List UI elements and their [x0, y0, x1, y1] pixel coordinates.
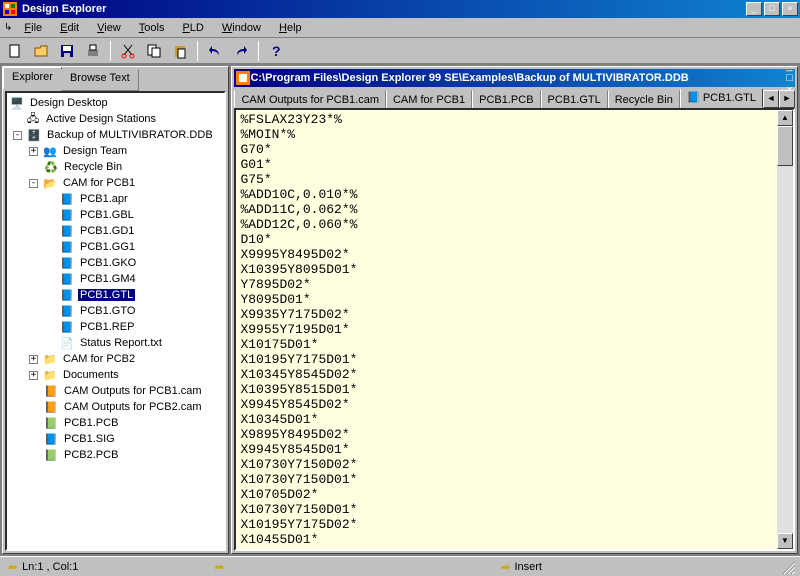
- pointer-icon: ➦: [500, 560, 510, 574]
- recycle-icon: ♻️: [43, 159, 59, 175]
- pointer-icon: ➦: [214, 560, 224, 574]
- doc-tab[interactable]: CAM Outputs for PCB1.cam: [234, 90, 386, 108]
- menu-help[interactable]: Help: [271, 20, 310, 36]
- resize-grip[interactable]: [780, 559, 796, 575]
- file-icon: 📘: [59, 223, 75, 239]
- collapse-icon[interactable]: -: [13, 131, 22, 140]
- file-icon: 📘: [687, 91, 701, 105]
- svg-text:?: ?: [272, 43, 281, 59]
- status-mode: ➦Insert: [496, 558, 554, 576]
- doc-icon: [236, 71, 250, 85]
- doc-minimize-button[interactable]: _: [786, 60, 793, 72]
- window-titlebar: Design Explorer _ □ ×: [0, 0, 800, 18]
- print-button[interactable]: [82, 40, 104, 62]
- close-button[interactable]: ×: [782, 2, 798, 16]
- sig-file-icon: 📘: [43, 431, 59, 447]
- scroll-track[interactable]: [777, 166, 793, 533]
- stations-icon: 🖧: [25, 111, 41, 127]
- text-file-icon: 📄: [59, 335, 75, 351]
- scroll-up-button[interactable]: ▲: [777, 110, 793, 126]
- toolbar: ?: [0, 38, 800, 64]
- window-title: Design Explorer: [22, 3, 746, 15]
- doc-tab-active[interactable]: 📘PCB1.GTL: [680, 89, 763, 108]
- file-icon: 📘: [59, 239, 75, 255]
- document-panel: C:\Program Files\Design Explorer 99 SE\E…: [231, 66, 798, 554]
- redo-button[interactable]: [230, 40, 252, 62]
- copy-button[interactable]: [143, 40, 165, 62]
- menu-file[interactable]: File: [16, 20, 50, 36]
- tree-view[interactable]: 🖥️Design Desktop 🖧Active Design Stations…: [5, 91, 226, 551]
- menu-window[interactable]: Window: [214, 20, 269, 36]
- file-icon: 📘: [59, 191, 75, 207]
- scroll-down-button[interactable]: ▼: [777, 533, 793, 549]
- document-tabs: CAM Outputs for PCB1.cam CAM for PCB1 PC…: [234, 89, 795, 108]
- menu-pld[interactable]: PLD: [174, 20, 211, 36]
- status-position: ➦Ln:1 , Col:1: [4, 558, 90, 576]
- file-icon: 📘: [59, 287, 75, 303]
- menubar: ↳ File Edit View Tools PLD Window Help: [0, 18, 800, 38]
- undo-button[interactable]: [204, 40, 226, 62]
- doc-maximize-button[interactable]: □: [786, 72, 793, 84]
- expand-icon[interactable]: +: [29, 371, 38, 380]
- editor-content[interactable]: %FSLAX23Y23*% %MOIN*% G70* G01* G75* %AD…: [236, 110, 777, 549]
- save-button[interactable]: [56, 40, 78, 62]
- editor[interactable]: %FSLAX23Y23*% %MOIN*% G70* G01* G75* %AD…: [234, 108, 795, 551]
- folder-icon: 📁: [42, 351, 58, 367]
- folder-open-icon: 📂: [42, 175, 58, 191]
- explorer-panel: Explorer Browse Text 🖥️Design Desktop 🖧A…: [2, 66, 229, 554]
- doc-tab[interactable]: Recycle Bin: [608, 90, 680, 108]
- scroll-thumb[interactable]: [777, 126, 793, 166]
- tree-root: 🖥️Design Desktop: [9, 95, 222, 111]
- folder-icon: 📁: [42, 367, 58, 383]
- workspace: Explorer Browse Text 🖥️Design Desktop 🖧A…: [0, 64, 800, 556]
- document-titlebar: C:\Program Files\Design Explorer 99 SE\E…: [234, 69, 795, 87]
- new-button[interactable]: [4, 40, 26, 62]
- file-icon: 📘: [59, 271, 75, 287]
- menu-edit[interactable]: Edit: [52, 20, 87, 36]
- database-icon: 🗄️: [26, 127, 42, 143]
- pointer-icon: ➦: [8, 560, 18, 574]
- tab-browse-text[interactable]: Browse Text: [61, 69, 139, 91]
- expand-icon[interactable]: +: [29, 355, 38, 364]
- menu-arrow-icon: ↳: [4, 22, 12, 33]
- minimize-button[interactable]: _: [746, 2, 762, 16]
- doc-tab[interactable]: PCB1.PCB: [472, 90, 540, 108]
- maximize-button[interactable]: □: [764, 2, 780, 16]
- cut-button[interactable]: [117, 40, 139, 62]
- file-icon: 📘: [59, 319, 75, 335]
- pcb-file-icon: 📗: [43, 447, 59, 463]
- cam-file-icon: 📙: [43, 399, 59, 415]
- tree-selected: 📘PCB1.GTL: [9, 287, 222, 303]
- status-spacer: ➦: [210, 558, 236, 576]
- file-icon: 📘: [59, 207, 75, 223]
- menu-tools[interactable]: Tools: [131, 20, 173, 36]
- collapse-icon[interactable]: -: [29, 179, 38, 188]
- expand-icon[interactable]: +: [29, 147, 38, 156]
- doc-tab[interactable]: CAM for PCB1: [386, 90, 472, 108]
- tab-explorer[interactable]: Explorer: [3, 67, 62, 89]
- statusbar: ➦Ln:1 , Col:1 ➦ ➦Insert: [0, 556, 800, 576]
- desktop-icon: 🖥️: [9, 95, 25, 111]
- tab-scroll-right-button[interactable]: ►: [779, 90, 795, 108]
- pcb-file-icon: 📗: [43, 415, 59, 431]
- menu-view[interactable]: View: [89, 20, 129, 36]
- doc-tab[interactable]: PCB1.GTL: [541, 90, 608, 108]
- document-title: C:\Program Files\Design Explorer 99 SE\E…: [250, 72, 786, 84]
- file-icon: 📘: [59, 255, 75, 271]
- app-icon: [2, 1, 18, 17]
- team-icon: 👥: [42, 143, 58, 159]
- paste-button[interactable]: [169, 40, 191, 62]
- tab-scroll-left-button[interactable]: ◄: [763, 90, 779, 108]
- vertical-scrollbar[interactable]: ▲ ▼: [777, 110, 793, 549]
- open-button[interactable]: [30, 40, 52, 62]
- cam-file-icon: 📙: [43, 383, 59, 399]
- help-button[interactable]: ?: [265, 40, 287, 62]
- file-icon: 📘: [59, 303, 75, 319]
